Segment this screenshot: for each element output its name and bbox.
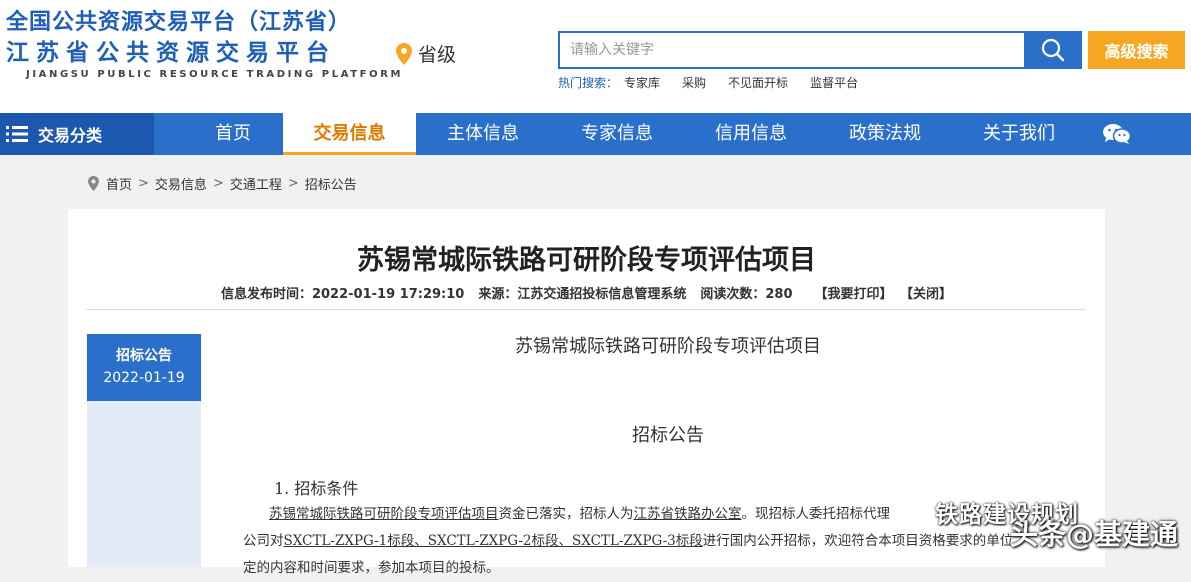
breadcrumb-separator: > <box>138 176 149 191</box>
side-panel: 招标公告 2022-01-19 <box>87 334 201 567</box>
close-link[interactable]: 【关闭】 <box>907 287 953 302</box>
views-label: 阅读次数： <box>700 287 766 302</box>
document-subtitle: 招标公告 <box>632 425 704 446</box>
main-nav: 交易分类 首页 交易信息 主体信息 专家信息 信用信息 政策法规 关于我们 <box>0 113 1191 155</box>
meta-divider <box>86 309 1086 310</box>
nav-credit-info[interactable]: 信用信息 <box>686 113 816 155</box>
breadcrumb-item[interactable]: 首页 <box>106 174 132 193</box>
side-category: 招标公告 <box>116 348 172 364</box>
site-logo[interactable]: 全国公共资源交易平台（江苏省） 江苏省公共资源交易平台 JIANGSU PUBL… <box>6 8 403 82</box>
nav-trading-info[interactable]: 交易信息 <box>283 113 416 155</box>
hot-search-item[interactable]: 不见面开标 <box>728 74 788 91</box>
breadcrumb-separator: > <box>212 176 224 191</box>
side-category-box: 招标公告 2022-01-19 <box>87 334 201 401</box>
nav-policy[interactable]: 政策法规 <box>820 113 950 155</box>
search-input[interactable] <box>558 31 1030 69</box>
hot-search-item[interactable]: 采购 <box>682 74 706 91</box>
publish-time-label: 信息发布时间： <box>220 287 312 302</box>
side-date: 2022-01-19 <box>103 370 185 386</box>
hot-search-item[interactable]: 监督平台 <box>810 74 858 91</box>
location-pin-icon <box>88 176 99 191</box>
site-header: 全国公共资源交易平台（江苏省） 江苏省公共资源交易平台 JIANGSU PUBL… <box>0 0 1191 113</box>
body-text: 公司对 <box>243 533 284 549</box>
tenderer-name: 江苏省铁路办公室 <box>633 506 742 522</box>
document-title: 苏锡常城际铁路可研阶段专项评估项目 <box>515 336 821 357</box>
body-paragraph: 定的内容和时间要求，参加本项目的投标。 <box>243 560 500 576</box>
hot-search-label: 热门搜索： <box>558 76 619 90</box>
print-link[interactable]: 【我要打印】 <box>815 287 893 302</box>
body-text: 。现招标人委托招标代理 <box>741 506 891 522</box>
source-label: 来源： <box>478 287 518 302</box>
search-icon <box>1041 38 1065 62</box>
logo-line-1: 全国公共资源交易平台（江苏省） <box>6 10 352 35</box>
lot-names: SXCTL-ZXPG-1标段、SXCTL-ZXPG-2标段、SXCTL-ZXPG… <box>283 533 703 549</box>
view-count: 280 <box>765 287 793 302</box>
nav-entity-info[interactable]: 主体信息 <box>418 113 548 155</box>
watermark-author: 头条@基建通 <box>1010 518 1179 551</box>
project-name: 苏锡常城际铁路可研阶段专项评估项目 <box>269 506 499 522</box>
breadcrumb-item[interactable]: 交通工程 <box>230 174 282 193</box>
region-label: 省级 <box>418 44 457 66</box>
hot-search-bar: 热门搜索： 专家库 采购 不见面开标 监督平台 <box>558 74 880 91</box>
logo-line-2: 江苏省公共资源交易平台 <box>6 40 336 66</box>
nav-expert-info[interactable]: 专家信息 <box>552 113 682 155</box>
category-menu-label: 交易分类 <box>38 126 103 145</box>
region-selector[interactable]: 省级 <box>396 40 456 67</box>
article-meta: 信息发布时间：2022-01-19 17:29:10 来源：江苏交通招投标信息管理… <box>68 283 1105 302</box>
breadcrumb-item[interactable]: 交易信息 <box>155 174 207 193</box>
logo-line-english: JIANGSU PUBLIC RESOURCE TRADING PLATFORM <box>26 69 404 80</box>
list-menu-icon <box>6 126 28 142</box>
hot-search-item[interactable]: 专家库 <box>624 74 660 91</box>
advanced-search-button[interactable]: 高级搜索 <box>1088 31 1185 69</box>
breadcrumb: 首页 > 交易信息 > 交通工程 > 招标公告 <box>88 174 357 193</box>
nav-home[interactable]: 首页 <box>183 113 283 155</box>
body-text: 资金已落实，招标人为 <box>498 506 634 522</box>
body-paragraph: 公司对SXCTL-ZXPG-1标段、SXCTL-ZXPG-2标段、SXCTL-Z… <box>243 528 1083 555</box>
article-title: 苏锡常城际铁路可研阶段专项评估项目 <box>357 245 816 276</box>
body-text: 进行国内公开招标，欢迎符合本项目资格要求的单位 <box>702 533 1014 549</box>
breadcrumb-separator: > <box>287 176 299 191</box>
nav-about-us[interactable]: 关于我们 <box>954 113 1084 155</box>
section-heading: 1. 招标条件 <box>274 479 359 498</box>
search-button[interactable] <box>1024 31 1082 69</box>
publish-time: 2022-01-19 17:29:10 <box>311 287 465 302</box>
wechat-icon[interactable] <box>1103 123 1132 149</box>
category-menu-button[interactable]: 交易分类 <box>0 113 154 155</box>
source: 江苏交通招投标信息管理系统 <box>517 287 687 302</box>
search-box <box>558 31 1082 69</box>
location-pin-icon <box>396 42 412 65</box>
breadcrumb-item[interactable]: 招标公告 <box>305 174 357 193</box>
